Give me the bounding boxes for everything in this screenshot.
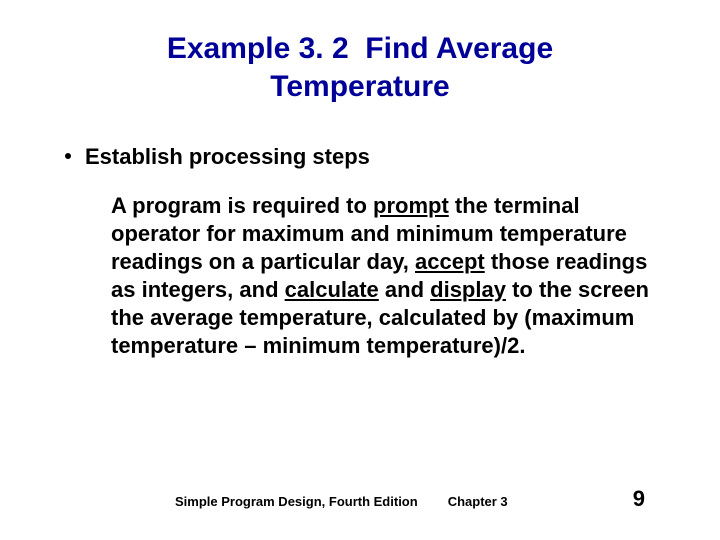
footer-book-title: Simple Program Design, Fourth Edition bbox=[175, 494, 418, 509]
bullet-icon bbox=[65, 153, 71, 159]
body-text-1: A program is required to bbox=[111, 193, 373, 218]
slide: Example 3. 2 Find Average Temperature Es… bbox=[0, 0, 720, 540]
footer: Simple Program Design, Fourth Edition Ch… bbox=[0, 486, 720, 512]
page-number: 9 bbox=[633, 486, 645, 512]
footer-chapter: Chapter 3 bbox=[448, 494, 508, 509]
body-paragraph: A program is required to prompt the term… bbox=[111, 192, 655, 361]
title-line-1: Example 3. 2 Find Average bbox=[167, 32, 553, 65]
title-line-2: Temperature bbox=[270, 70, 450, 103]
keyword-display: display bbox=[430, 277, 506, 302]
keyword-calculate: calculate bbox=[285, 277, 379, 302]
keyword-prompt: prompt bbox=[373, 193, 449, 218]
body-text-4: and bbox=[379, 277, 430, 302]
bullet-text: Establish processing steps bbox=[85, 143, 370, 172]
bullet-item: Establish processing steps bbox=[65, 143, 665, 172]
keyword-accept: accept bbox=[415, 249, 485, 274]
slide-title: Example 3. 2 Find Average Temperature bbox=[55, 30, 665, 105]
